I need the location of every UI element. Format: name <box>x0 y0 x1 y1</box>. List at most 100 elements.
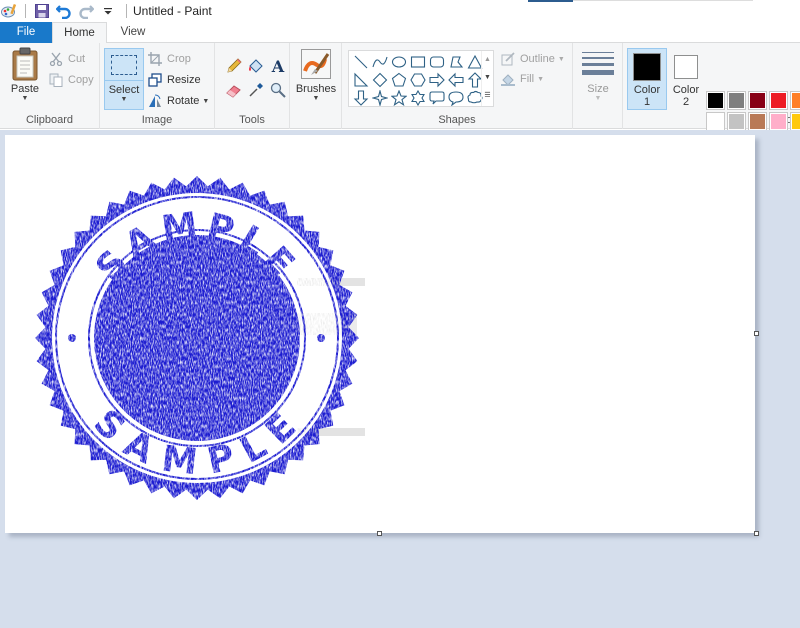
chevron-down-icon: ▼ <box>21 95 29 102</box>
shape-oval-callout-icon[interactable] <box>446 89 465 107</box>
fill-bucket-icon[interactable] <box>245 57 267 75</box>
resize-label: Resize <box>167 74 201 86</box>
size-button[interactable]: Size ▼ <box>579 51 617 102</box>
crop-button[interactable]: Crop <box>147 50 191 68</box>
shape-right-triangle-icon[interactable] <box>351 71 370 89</box>
shape-rounded-rectangle-icon[interactable] <box>427 53 446 71</box>
shape-diamond-icon[interactable] <box>370 71 389 89</box>
select-button[interactable]: Select ▼ <box>104 48 144 110</box>
redo-icon[interactable] <box>78 3 94 19</box>
customize-dropdown-icon[interactable] <box>100 3 116 19</box>
rotate-button[interactable]: Rotate ▼ <box>147 92 209 110</box>
resize-handle-corner[interactable] <box>754 531 759 536</box>
shape-four-point-star-icon[interactable] <box>370 89 389 107</box>
shapes-group: ▲ ▼ ☰ Outline ▼ Fill ▼ Shapes <box>342 43 573 129</box>
palette-swatch[interactable] <box>748 112 767 131</box>
color2-button[interactable]: Color 2 <box>666 48 706 110</box>
chevron-down-icon: ▼ <box>594 95 602 102</box>
resize-icon <box>147 72 163 88</box>
resize-handle-bottom[interactable] <box>377 531 382 536</box>
brush-icon <box>301 49 331 79</box>
size-label: Size <box>587 83 609 95</box>
palette-swatch[interactable] <box>769 112 788 131</box>
sample-stamp-image: SAMPLE SAMPLE <box>35 176 365 500</box>
title-bar: Untitled - Paint <box>0 0 800 22</box>
shape-line-icon[interactable] <box>351 53 370 71</box>
shape-rounded-callout-icon[interactable] <box>427 89 446 107</box>
chevron-down-icon: ▼ <box>120 96 128 103</box>
outline-button[interactable]: Outline ▼ <box>500 50 565 68</box>
expand-gallery-icon[interactable]: ☰ <box>482 87 493 105</box>
shape-six-point-star-icon[interactable] <box>408 89 427 107</box>
size-group: Size ▼ <box>573 43 623 129</box>
clipboard-icon <box>12 47 38 81</box>
fill-label: Fill <box>520 73 535 85</box>
shape-five-point-star-icon[interactable] <box>389 89 408 107</box>
color1-button[interactable]: Color 1 <box>627 48 667 110</box>
scroll-up-icon[interactable]: ▲ <box>482 51 493 69</box>
color1-label: Color <box>633 84 661 96</box>
chevron-down-icon: ▼ <box>557 55 565 63</box>
canvas-workspace: SAMPLE SAMPLE <box>0 130 800 628</box>
shape-oval-icon[interactable] <box>389 53 408 71</box>
fill-button[interactable]: Fill ▼ <box>500 70 544 88</box>
palette-swatch[interactable] <box>790 112 800 131</box>
shapes-gallery-scrollbar[interactable]: ▲ ▼ ☰ <box>481 51 493 106</box>
shape-down-arrow-icon[interactable] <box>351 89 370 107</box>
select-label: Select <box>108 84 140 96</box>
shape-right-arrow-icon[interactable] <box>427 71 446 89</box>
palette-swatch[interactable] <box>706 112 725 131</box>
separator <box>25 4 26 18</box>
palette-swatch[interactable] <box>748 91 767 110</box>
palette-swatch[interactable] <box>769 91 788 110</box>
shape-hexagon-icon[interactable] <box>408 71 427 89</box>
paste-button[interactable]: Paste ▼ <box>6 47 44 102</box>
scroll-down-icon[interactable]: ▼ <box>482 69 493 87</box>
color2-label: Color <box>672 84 700 96</box>
copy-label: Copy <box>68 74 94 86</box>
drawing-canvas[interactable]: SAMPLE SAMPLE <box>5 135 755 533</box>
brushes-button[interactable]: Brushes ▼ <box>294 49 338 102</box>
resize-handle-right[interactable] <box>754 331 759 336</box>
palette-swatch[interactable] <box>727 112 746 131</box>
image-group: Select ▼ Crop Resize Rotate ▼ Image <box>100 43 215 129</box>
separator <box>126 4 127 18</box>
cut-button[interactable]: Cut <box>48 50 85 68</box>
shape-pentagon-icon[interactable] <box>389 71 408 89</box>
copy-button[interactable]: Copy <box>48 71 94 89</box>
shape-left-arrow-icon[interactable] <box>446 71 465 89</box>
stamp-dot-left <box>68 334 76 342</box>
ribbon: Paste ▼ Cut Copy Clipboard Select ▼ Crop… <box>0 43 800 152</box>
shape-rectangle-icon[interactable] <box>408 53 427 71</box>
tab-file[interactable]: File <box>0 22 52 43</box>
resize-button[interactable]: Resize <box>147 71 201 89</box>
save-icon[interactable] <box>34 3 50 19</box>
tools-group: A Tools <box>215 43 290 129</box>
palette-swatch[interactable] <box>727 91 746 110</box>
color2-swatch <box>674 55 698 79</box>
pencil-icon[interactable] <box>223 57 245 75</box>
tools-group-label: Tools <box>239 114 265 126</box>
text-icon[interactable]: A <box>267 57 289 76</box>
clipboard-group-label: Clipboard <box>25 114 74 126</box>
shape-curve-icon[interactable] <box>370 53 389 71</box>
window-title: Untitled - Paint <box>133 4 212 18</box>
tab-home[interactable]: Home <box>52 22 107 44</box>
undo-icon[interactable] <box>56 3 72 19</box>
chevron-down-icon: ▼ <box>537 75 544 83</box>
magnifier-icon[interactable] <box>267 81 289 99</box>
color1-swatch <box>633 53 661 81</box>
paint-app-icon[interactable] <box>1 3 17 19</box>
tab-view[interactable]: View <box>107 22 159 43</box>
line-width-icon <box>582 52 614 75</box>
crop-icon <box>147 51 163 67</box>
palette-swatch[interactable] <box>790 91 800 110</box>
shapes-gallery: ▲ ▼ ☰ <box>348 50 494 107</box>
shape-polygon-icon[interactable] <box>446 53 465 71</box>
fill-icon <box>500 71 516 87</box>
palette-swatch[interactable] <box>706 91 725 110</box>
color-picker-icon[interactable] <box>245 81 267 99</box>
color2-number: 2 <box>682 96 690 108</box>
outline-label: Outline <box>520 53 555 65</box>
eraser-icon[interactable] <box>223 81 245 99</box>
